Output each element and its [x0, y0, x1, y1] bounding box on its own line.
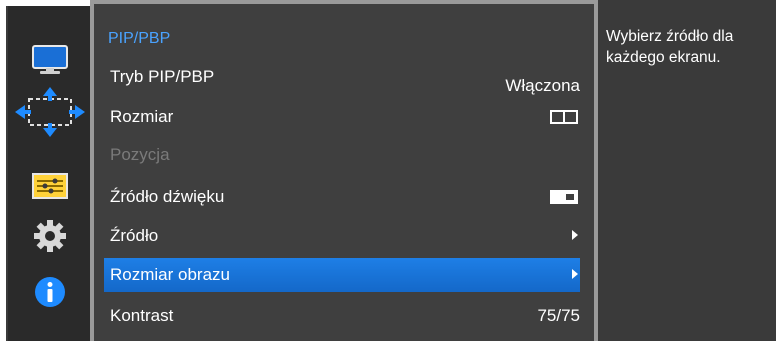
gear-icon: [34, 220, 66, 252]
osd-icon-rail: [6, 6, 90, 341]
chevron-right-icon: [572, 269, 578, 279]
rail-item-screen[interactable]: [8, 87, 92, 137]
info-icon: [35, 277, 65, 307]
menu-item-label: Tryb PIP/PBP: [110, 67, 215, 86]
menu-item-sound-source[interactable]: Źródło dźwięku: [104, 180, 580, 214]
menu-item-pip-mode[interactable]: Tryb PIP/PBP Włączona: [104, 60, 580, 95]
menu-item-position: Pozycja: [104, 138, 580, 172]
menu-item-label: Rozmiar: [110, 107, 174, 126]
menu-title: PIP/PBP: [108, 30, 171, 47]
chevron-right-icon: [572, 230, 578, 240]
pbp-split-icon: [550, 110, 578, 124]
sound-source-icon: [550, 190, 578, 204]
menu-item-label: Źródło dźwięku: [110, 187, 225, 206]
menu-item-label: Pozycja: [110, 145, 170, 164]
monitor-icon: [32, 45, 68, 74]
menu-item-label: Rozmiar obrazu: [110, 265, 230, 284]
menu-item-source[interactable]: Źródło: [104, 219, 580, 253]
menu-item-label: Kontrast: [110, 306, 174, 325]
screen-size-arrows-icon: [15, 87, 85, 137]
pip-settings-icon: [32, 173, 68, 199]
menu-item-picture-size[interactable]: Rozmiar obrazu: [104, 258, 580, 292]
pip-pbp-menu: PIP/PBP Tryb PIP/PBP Włączona Rozmiar Po…: [90, 0, 598, 341]
help-panel: Wybierz źródło dla każdego ekranu.: [598, 0, 776, 341]
rail-item-settings[interactable]: [8, 216, 92, 256]
menu-item-value: Włączona: [505, 76, 580, 95]
help-text: Wybierz źródło dla każdego ekranu.: [606, 28, 734, 66]
menu-item-label: Źródło: [110, 226, 159, 245]
rail-item-picture[interactable]: [8, 40, 92, 80]
rail-item-system[interactable]: [8, 166, 92, 206]
monitor-osd: PIP/PBP Tryb PIP/PBP Włączona Rozmiar Po…: [0, 0, 776, 341]
menu-item-size[interactable]: Rozmiar: [104, 100, 580, 134]
rail-item-information[interactable]: [8, 272, 92, 312]
menu-item-value: 75/75: [537, 306, 580, 325]
menu-item-contrast[interactable]: Kontrast 75/75: [104, 299, 580, 333]
